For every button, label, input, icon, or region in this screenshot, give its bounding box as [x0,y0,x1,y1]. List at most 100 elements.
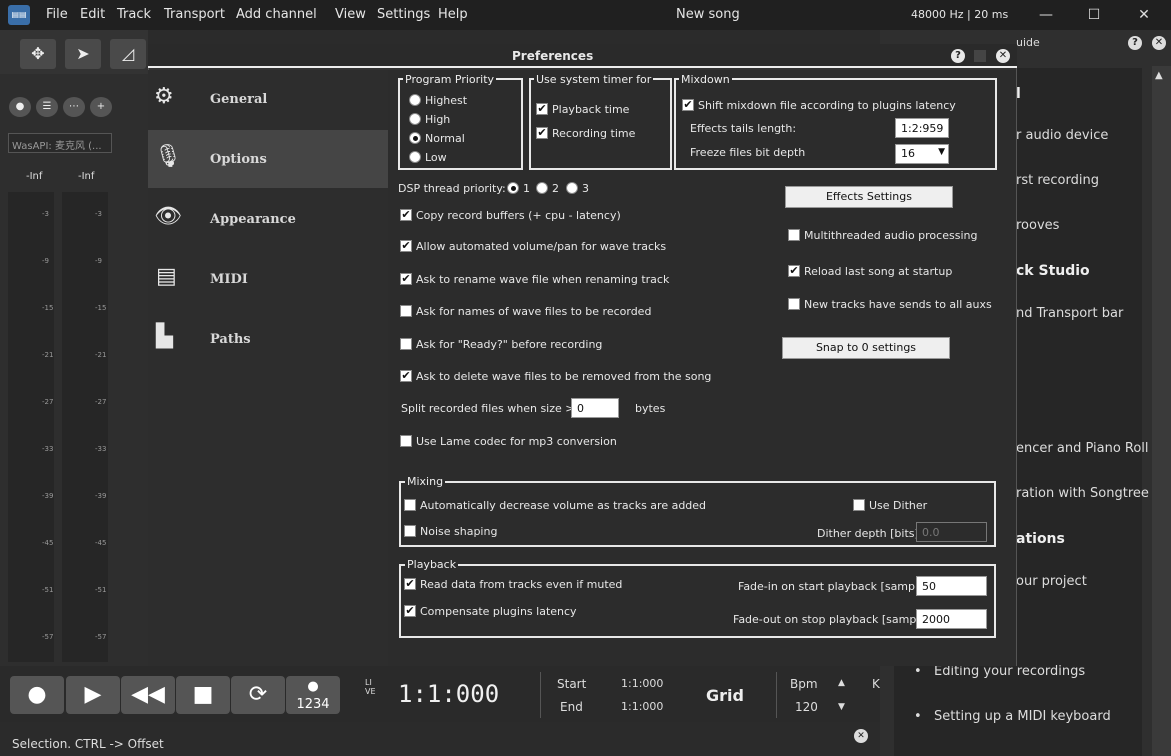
menu-settings[interactable]: Settings [377,7,430,22]
time-display[interactable]: 1:1:000 [398,680,499,708]
grid-button[interactable]: Grid [706,686,744,705]
more-icon[interactable]: ⋯ [63,97,85,117]
option-checkbox[interactable]: ✔ [400,370,412,382]
playback-time-checkbox[interactable]: ✔ [536,103,548,115]
menu-edit[interactable]: Edit [80,7,105,22]
checkbox-label: Allow automated volume/pan for wave trac… [416,240,667,253]
input-device-field[interactable]: WasAPI: 麦克风 (... [8,133,112,153]
stop-icon[interactable]: ■ [176,676,230,714]
lame-checkbox[interactable] [400,435,412,447]
priority-high-radio[interactable] [409,113,421,125]
dsp-2-radio[interactable] [536,182,548,194]
bullet-icon: • [914,709,922,724]
maximize-icon[interactable]: ☐ [1082,6,1106,24]
volume-tool-icon[interactable]: ◿ [110,39,146,69]
bpm-label: Bpm [790,677,818,691]
guide-item[interactable]: Editing your recordings [934,664,1085,679]
guide-item[interactable]: our project [1016,574,1087,589]
bpm-down-icon[interactable]: ▼ [838,702,845,712]
record-icon[interactable]: ● [10,676,64,714]
start-value[interactable]: 1:1:000 [621,677,663,690]
dither-depth-input[interactable] [916,522,987,542]
checkbox-label: Ask to delete wave files to be removed f… [416,370,712,383]
freeze-label: Freeze files bit depth [690,146,806,159]
help-icon[interactable]: ? [951,49,965,63]
guide-item[interactable]: rst recording [1016,173,1099,188]
menu-help[interactable]: Help [438,7,468,22]
meter-tick-label: -27 [95,398,107,406]
option-checkbox[interactable] [400,305,412,317]
dsp-1-radio[interactable] [507,182,519,194]
bpm-up-icon[interactable]: ▲ [838,678,845,688]
auto-decrease-checkbox[interactable] [404,499,416,511]
guide-item[interactable]: ration with Songtree [1016,486,1149,501]
split-size-input[interactable] [571,398,619,418]
multithreaded-checkbox[interactable] [788,229,800,241]
dialog-close-icon[interactable]: ✕ [996,49,1010,63]
noise-shaping-checkbox[interactable] [404,525,416,537]
menu-view[interactable]: View [335,7,366,22]
menu-track[interactable]: Track [117,7,151,22]
option-checkbox[interactable]: ✔ [400,209,412,221]
dsp-3-radio[interactable] [566,182,578,194]
nav-general[interactable]: ⚙ General [148,70,388,128]
audio-info[interactable]: 48000 Hz | 20 ms [911,8,1008,21]
guide-item[interactable]: nd Transport bar [1016,306,1123,321]
recording-time-checkbox[interactable]: ✔ [536,127,548,139]
freeze-bit-depth-select[interactable]: 16 ▼ [895,144,949,164]
minimize-icon[interactable]: — [1034,6,1058,24]
guide-item[interactable]: Setting up a MIDI keyboard [934,709,1111,724]
loop-icon[interactable]: ⟳ [231,676,285,714]
guide-scrollbar[interactable] [1152,66,1171,756]
fade-out-input[interactable] [916,609,987,629]
guide-item[interactable]: rooves [1016,218,1059,233]
menu-transport[interactable]: Transport [164,7,225,22]
effects-settings-button[interactable]: Effects Settings [785,186,953,208]
tails-length-input[interactable] [895,118,949,138]
priority-highest-radio[interactable] [409,94,421,106]
option-checkbox[interactable] [400,338,412,350]
count-in-button[interactable]: ● 1234 [286,676,340,714]
use-dither-checkbox[interactable] [853,499,865,511]
priority-low-radio[interactable] [409,151,421,163]
end-value[interactable]: 1:1:000 [621,700,663,713]
reload-song-checkbox[interactable]: ✔ [788,265,800,277]
list-icon[interactable]: ☰ [36,97,58,117]
nav-appearance[interactable]: 👁 Appearance [148,190,388,248]
pointer-tool-icon[interactable]: ➤ [65,39,101,69]
guide-item[interactable]: ck Studio [1016,263,1090,279]
status-close-icon[interactable]: ✕ [854,729,868,743]
compensate-latency-checkbox[interactable]: ✔ [404,605,416,617]
add-icon[interactable]: + [90,97,112,117]
move-tool-icon[interactable]: ✥ [20,39,56,69]
nav-options[interactable]: 🎙 Options [148,130,388,188]
fade-in-input[interactable] [916,576,987,596]
guide-item[interactable]: ations [1016,531,1065,547]
play-icon[interactable]: ▶ [66,676,120,714]
option-checkbox[interactable]: ✔ [400,240,412,252]
shift-mixdown-checkbox[interactable]: ✔ [682,99,694,111]
menu-add-channel[interactable]: Add channel [236,7,317,22]
guide-item[interactable]: encer and Piano Roll [1016,441,1149,456]
priority-normal-radio[interactable] [409,132,421,144]
guide-item[interactable]: r audio device [1016,128,1108,143]
bpm-value[interactable]: 120 [795,700,818,714]
live-label: LIVE [365,678,376,696]
menu-file[interactable]: File [46,7,68,22]
radio-label: Normal [425,132,465,145]
guide-help-icon[interactable]: ? [1128,36,1142,50]
new-tracks-sends-checkbox[interactable] [788,298,800,310]
nav-paths[interactable]: ▙ Paths [148,310,388,368]
guide-close-icon[interactable]: ✕ [1152,36,1166,50]
minimize-dialog-icon[interactable] [974,50,986,62]
rewind-icon[interactable]: ◀◀ [121,676,175,714]
close-icon[interactable]: ✕ [1132,6,1156,24]
app-icon[interactable]: ▤▤ [8,5,30,25]
record-arm-icon[interactable]: ● [9,97,31,117]
snap-to-zero-button[interactable]: Snap to 0 settings [782,337,950,359]
option-checkbox[interactable]: ✔ [400,273,412,285]
nav-midi[interactable]: ▤ MIDI [148,250,388,308]
nav-label: Options [210,152,267,167]
scroll-up-icon[interactable]: ▲ [1155,70,1163,81]
read-muted-checkbox[interactable]: ✔ [404,578,416,590]
